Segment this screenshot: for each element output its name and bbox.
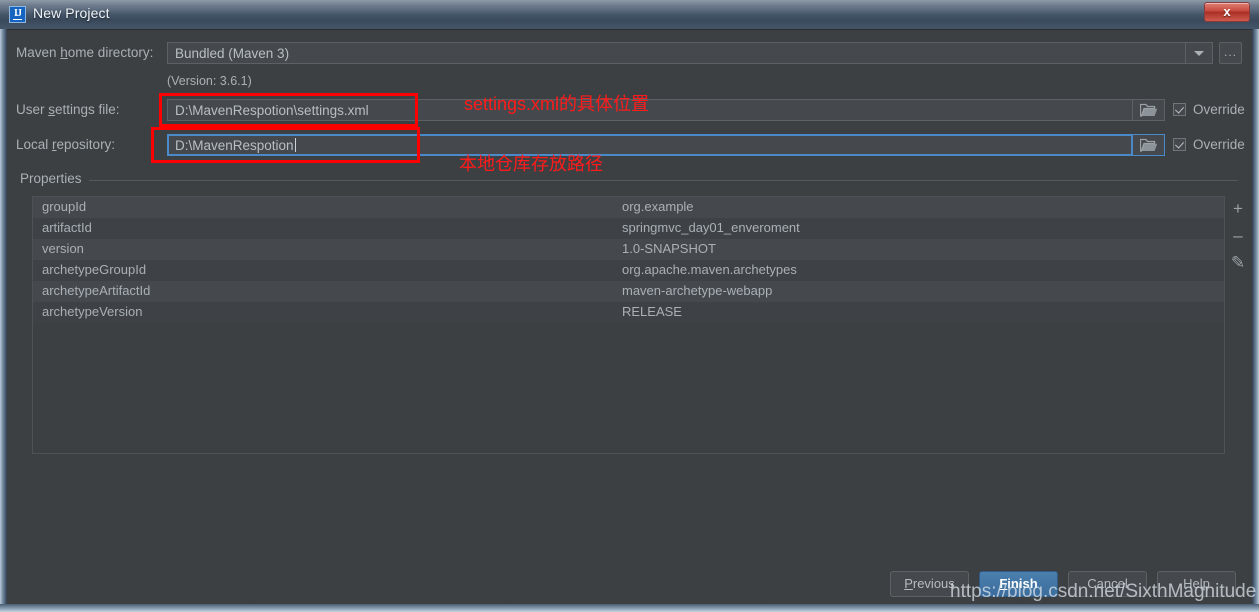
help-button[interactable]: Help [1157,571,1236,597]
local-repository-label: Local repository: [16,137,116,152]
window-frame: IJ New Project x Maven home directory: B… [0,0,1259,612]
properties-group: Properties groupId org.example artifactId s… [20,171,1245,460]
text-caret [294,138,296,152]
property-value: org.apache.maven.archetypes [622,262,797,277]
dialog-body: Maven home directory: Bundled (Maven 3) … [7,29,1252,604]
window-border-right [1252,0,1259,612]
title-bar[interactable]: IJ New Project x [0,0,1259,29]
checkmark-icon [1173,138,1186,151]
table-row[interactable]: groupId org.example [33,197,1224,218]
window-border-bottom [0,604,1259,612]
local-repository-value: D:\MavenRespotion [175,138,294,153]
user-settings-file-label: User settings file: [16,102,120,117]
properties-table-actions: + – ✎ [1225,196,1251,454]
maven-version-note: (Version: 3.6.1) [167,74,252,88]
property-key: groupId [42,199,87,214]
local-repository-override-checkbox[interactable]: Override [1173,137,1245,152]
folder-icon [1139,138,1157,152]
add-property-button[interactable]: + [1225,196,1251,222]
remove-property-button[interactable]: – [1225,223,1251,249]
property-key: artifactId [42,220,92,235]
table-row[interactable]: artifactId springmvc_day01_enveroment [33,218,1224,239]
user-settings-browse-button[interactable] [1133,99,1165,121]
property-key: archetypeArtifactId [42,283,151,298]
previous-button[interactable]: Previous [890,571,969,597]
intellij-idea-icon: IJ [9,6,26,23]
title-bar-gloss [0,0,1259,14]
close-button[interactable]: x [1204,2,1250,22]
property-key: version [42,241,84,256]
local-repository-override-label: Override [1193,137,1245,152]
close-icon: x [1223,4,1231,19]
maven-home-dropdown-button[interactable] [1186,42,1213,64]
user-settings-file-input[interactable]: D:\MavenRespotion\settings.xml [167,99,1133,121]
folder-icon [1139,103,1157,117]
property-key: archetypeGroupId [42,262,147,277]
maven-home-directory-label: Maven home directory: [16,45,154,60]
maven-home-browse-button[interactable]: ... [1219,42,1242,64]
properties-legend: Properties [20,171,89,186]
property-value: RELEASE [622,304,682,319]
window-border-left [0,0,7,612]
property-value: org.example [622,199,694,214]
group-divider [20,180,1238,181]
checkmark-icon [1173,103,1186,116]
finish-button[interactable]: Finish [979,571,1058,597]
minus-icon: – [1233,226,1243,245]
table-row[interactable]: version 1.0-SNAPSHOT [33,239,1224,260]
property-value: springmvc_day01_enveroment [622,220,800,235]
property-key: archetypeVersion [42,304,143,319]
user-settings-override-checkbox[interactable]: Override [1173,102,1245,117]
edit-property-button[interactable]: ✎ [1225,250,1251,276]
chevron-down-icon [1194,51,1204,56]
cancel-button[interactable]: Cancel [1068,571,1147,597]
local-repository-input[interactable]: D:\MavenRespotion [167,134,1133,156]
user-settings-override-label: Override [1193,102,1245,117]
local-repository-browse-button[interactable] [1133,134,1165,156]
property-value: 1.0-SNAPSHOT [622,241,716,256]
table-row[interactable]: archetypeVersion RELEASE [33,302,1224,323]
window-title: New Project [33,5,110,21]
table-row[interactable]: archetypeGroupId org.apache.maven.archety… [33,260,1224,281]
maven-home-directory-input[interactable]: Bundled (Maven 3) [167,42,1186,64]
plus-icon: + [1233,199,1243,218]
properties-table[interactable]: groupId org.example artifactId springmvc_da… [32,196,1225,454]
property-value: maven-archetype-webapp [622,283,773,298]
pencil-icon: ✎ [1230,253,1246,272]
table-row[interactable]: archetypeArtifactId maven-archetype-webap… [33,281,1224,302]
